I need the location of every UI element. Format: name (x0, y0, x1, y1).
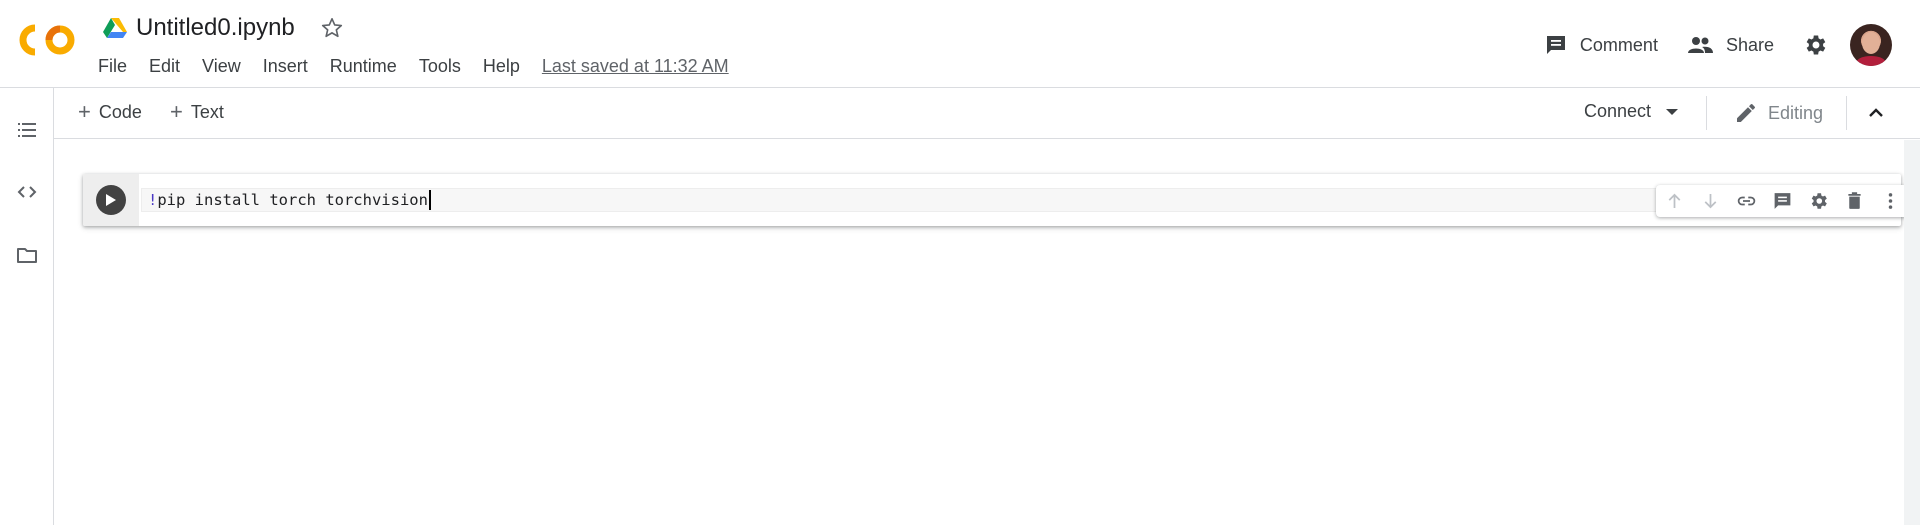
pencil-icon (1737, 104, 1755, 122)
menu-help[interactable]: Help (483, 54, 520, 78)
text-cursor (428, 190, 431, 210)
code-editor[interactable]: !pip install torch torchvision (141, 188, 1897, 212)
notebook-toolbar: + Code + Text Connect Editing (54, 88, 1920, 139)
add-text-button[interactable]: + Text (170, 101, 224, 123)
play-icon (106, 194, 116, 206)
connect-label: Connect (1584, 101, 1652, 121)
comment-label: Comment (1579, 34, 1658, 55)
notebook-title[interactable]: Untitled0.ipynb (136, 14, 295, 42)
plus-icon: + (170, 99, 183, 124)
toolbar-divider (1706, 96, 1707, 130)
code-line[interactable]: !pip install torch torchvision (148, 190, 431, 210)
code-snippets-icon[interactable] (15, 180, 39, 204)
add-code-label: Code (98, 101, 142, 122)
caret-down-icon[interactable] (1665, 108, 1679, 116)
link-icon[interactable] (1736, 190, 1757, 212)
menu-insert[interactable]: Insert (263, 54, 308, 78)
connect-button[interactable]: Connect (1584, 101, 1679, 122)
editing-label: Editing (1768, 102, 1824, 123)
avatar-shirt (1856, 56, 1886, 66)
files-folder-icon[interactable] (15, 243, 39, 267)
menu-bar: File Edit View Insert Runtime Tools Help… (98, 54, 729, 78)
table-of-contents-icon[interactable] (15, 118, 39, 142)
comment-icon (1546, 36, 1565, 54)
gear-icon[interactable] (1802, 32, 1828, 58)
add-text-label: Text (190, 101, 224, 122)
run-cell-button[interactable] (96, 185, 126, 215)
more-vert-icon[interactable] (1880, 190, 1901, 212)
menu-file[interactable]: File (98, 54, 127, 78)
notebook-title-row: Untitled0.ipynb (102, 12, 345, 44)
header-actions: Comment Share (1544, 20, 1892, 70)
move-down-icon[interactable] (1700, 190, 1721, 212)
menu-runtime[interactable]: Runtime (330, 54, 397, 78)
code-text: pip install torch torchvision (157, 191, 428, 209)
google-drive-icon (103, 18, 127, 38)
people-icon (1687, 37, 1713, 53)
gear-icon[interactable] (1808, 190, 1829, 212)
chevron-up-icon[interactable] (1864, 101, 1888, 125)
comment-icon[interactable] (1772, 190, 1793, 212)
menu-view[interactable]: View (202, 54, 241, 78)
colab-logo[interactable] (18, 22, 78, 58)
vertical-scrollbar[interactable] (1904, 140, 1920, 525)
plus-icon: + (78, 99, 91, 124)
cell-actions-toolbar (1656, 185, 1916, 217)
notebook-main: !pip install torch torchvision (55, 140, 1920, 525)
star-icon[interactable] (319, 15, 345, 41)
share-button[interactable]: Share (1686, 33, 1774, 57)
toolbar-divider (1846, 96, 1847, 130)
menu-edit[interactable]: Edit (149, 54, 180, 78)
shell-magic: ! (148, 191, 158, 209)
comment-button[interactable]: Comment (1544, 33, 1658, 57)
last-saved-link[interactable]: Last saved at 11:32 AM (542, 56, 729, 77)
move-up-icon[interactable] (1664, 190, 1685, 212)
user-avatar[interactable] (1850, 24, 1892, 66)
share-label: Share (1725, 34, 1774, 55)
cell-gutter (83, 174, 139, 226)
app-header: Untitled0.ipynb File Edit View Insert Ru… (0, 0, 1920, 88)
code-cell[interactable]: !pip install torch torchvision (83, 174, 1916, 226)
editing-mode-button[interactable]: Editing (1734, 101, 1823, 125)
delete-icon[interactable] (1844, 190, 1865, 212)
left-sidebar (0, 88, 54, 525)
menu-tools[interactable]: Tools (419, 54, 461, 78)
avatar-face (1862, 32, 1880, 54)
add-code-button[interactable]: + Code (78, 101, 142, 123)
